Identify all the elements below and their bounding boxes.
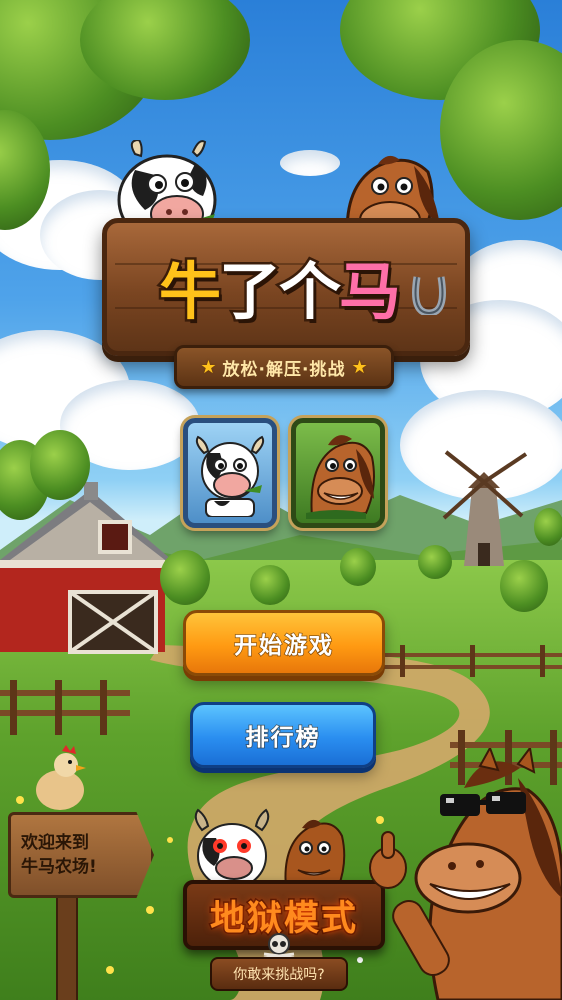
star-icon: ★: [351, 356, 368, 378]
hell-mode-horse: [284, 819, 346, 888]
logo-char-2: 了: [216, 253, 283, 331]
cow-icon: [195, 435, 265, 517]
tree: [30, 430, 90, 500]
hell-mode-cow: [194, 808, 270, 888]
start-game-button[interactable]: 开始游戏: [183, 610, 385, 676]
windmill: [442, 450, 528, 566]
sign-line-2: 牛马农场!: [21, 857, 97, 877]
leaderboard-button[interactable]: 排行榜: [190, 702, 376, 768]
subtitle-text: 放松·解压·挑战: [222, 359, 346, 380]
cow-character-card[interactable]: [183, 418, 277, 528]
logo-char-1: 牛: [156, 253, 223, 331]
sign-line-1: 欢迎来到: [21, 833, 89, 853]
subtitle-banner: ★ 放松·解压·挑战 ★: [174, 345, 394, 389]
tree: [534, 508, 562, 546]
skull-icon: [263, 933, 295, 960]
tree: [418, 545, 452, 579]
logo-board: 牛 了 个 马: [102, 218, 470, 356]
welcome-sign: 欢迎来到 牛马农场!: [8, 812, 154, 898]
tree: [250, 565, 290, 605]
game-start-screen: 欢迎来到 牛马农场! 牛 了 个 马 ★ 放松·解压·挑战 ★ 开始游戏 排行榜…: [0, 0, 562, 1000]
fence-left: [0, 680, 130, 735]
tree: [160, 550, 210, 605]
mascot-horse: [369, 748, 562, 1000]
leaderboard-label: 排行榜: [245, 724, 321, 752]
start-game-label: 开始游戏: [233, 632, 334, 660]
chicken: [36, 745, 86, 810]
fence-far: [380, 645, 562, 677]
logo-char-4: 马: [336, 253, 403, 331]
tree: [340, 548, 376, 586]
hell-mode-prompt: 你敢来挑战吗?: [210, 957, 348, 991]
sign-post: [56, 890, 78, 1000]
tree: [500, 560, 548, 612]
horse-icon: [306, 435, 375, 519]
horse-character-card[interactable]: [291, 418, 385, 528]
star-icon: ★: [200, 356, 217, 378]
horseshoe-icon: [412, 276, 446, 315]
logo-char-3: 个: [276, 253, 343, 331]
